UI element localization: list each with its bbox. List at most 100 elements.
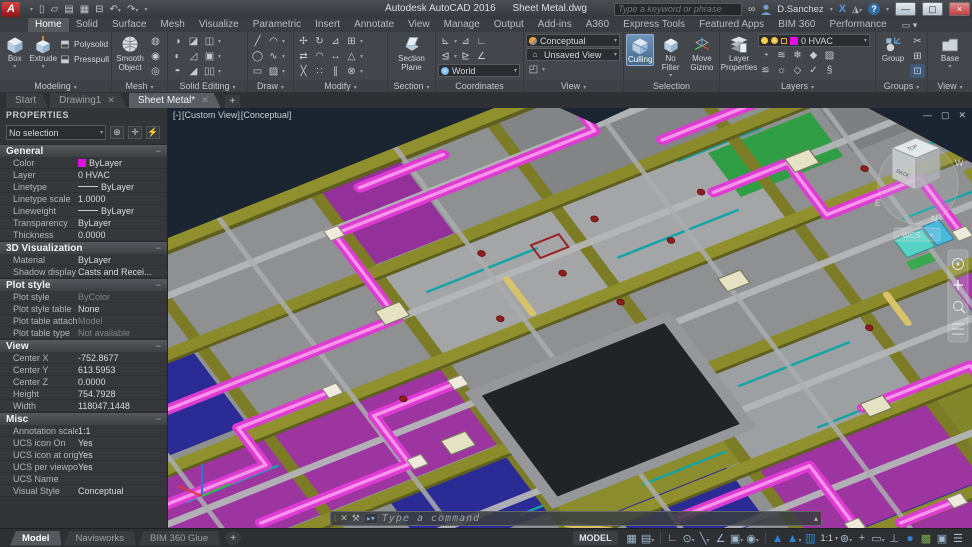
panel-label-coordinates[interactable]: Coordinates: [436, 80, 523, 92]
autocad-logo-icon[interactable]: A: [2, 2, 20, 17]
doc-close-icon[interactable]: ✕: [958, 110, 966, 121]
isolate-objects-icon[interactable]: +: [854, 532, 870, 544]
section-header-plot-style[interactable]: Plot style−: [0, 278, 167, 291]
modify-copy-icon[interactable]: ⊞: [344, 34, 359, 48]
property-row[interactable]: LineweightByLayer: [0, 205, 167, 217]
group-edit-icon[interactable]: ⊞: [910, 49, 925, 63]
annotation-monitor-icon[interactable]: ▥: [802, 531, 818, 545]
modify-explode-icon[interactable]: ⊗: [344, 64, 359, 78]
layout-tab-bim360glue[interactable]: BIM 360 Glue: [138, 531, 220, 546]
layer-unlock-icon[interactable]: ◇: [790, 63, 805, 77]
ucs-world-icon[interactable]: ⊿: [458, 34, 473, 48]
workspace-gear-icon[interactable]: ⊛▾: [838, 532, 854, 545]
command-history-icon[interactable]: ▴: [814, 514, 818, 523]
modify-offset-icon[interactable]: ∥: [328, 64, 343, 78]
ribbon-tab-solid[interactable]: Solid: [69, 18, 105, 32]
layer-lock-tool-icon[interactable]: ◆: [806, 48, 821, 62]
mesh-crease-icon[interactable]: ◉: [148, 49, 163, 63]
panel-label-view2[interactable]: View▾: [928, 80, 972, 92]
property-row[interactable]: Layer0 HVAC: [0, 169, 167, 181]
property-row[interactable]: LinetypeByLayer: [0, 181, 167, 193]
customization-menu-icon[interactable]: ☰: [950, 532, 966, 545]
modify-fillet-icon[interactable]: ◠: [312, 49, 327, 63]
ribbon-tab-manage[interactable]: Manage: [437, 18, 487, 32]
ribbon-tab-addins[interactable]: Add-ins: [531, 18, 579, 32]
a360-status-icon[interactable]: ▩: [918, 532, 934, 545]
panel-label-modify[interactable]: Modify▾: [294, 80, 387, 92]
viewport-style-control[interactable]: [Conceptual]: [241, 110, 292, 120]
compass-east-label[interactable]: E: [875, 198, 881, 208]
property-row[interactable]: ColorByLayer: [0, 157, 167, 169]
panel-label-mesh[interactable]: Mesh▾: [112, 80, 167, 92]
file-tab-start[interactable]: Start: [6, 93, 48, 108]
ribbon-tab-insert[interactable]: Insert: [308, 18, 347, 32]
ortho-mode-icon[interactable]: ∟: [665, 532, 681, 544]
panel-label-modeling[interactable]: Modeling▾: [0, 80, 111, 92]
layer-wal-icon[interactable]: §: [822, 63, 837, 77]
command-close-icon[interactable]: ✕: [340, 513, 348, 524]
property-row[interactable]: UCS Name: [0, 473, 167, 485]
property-row[interactable]: Width118047.1448: [0, 400, 167, 412]
section-header-general[interactable]: General−: [0, 144, 167, 157]
ribbon-display-toggle-icon[interactable]: ▭ ▾: [902, 18, 918, 32]
wcs-label[interactable]: WCS: [902, 231, 921, 240]
new-file-icon[interactable]: ▯: [39, 4, 45, 15]
ribbon-tab-a360[interactable]: A360: [579, 18, 616, 32]
property-row[interactable]: Center X-752.8677: [0, 352, 167, 364]
snap-mode-icon[interactable]: ▤▾: [640, 532, 656, 545]
3d-object-snap-icon[interactable]: ◉▾: [745, 532, 761, 545]
ucs-icon[interactable]: ⊾: [438, 34, 453, 48]
box-button[interactable]: Box▾: [2, 34, 27, 70]
visual-style-combo[interactable]: Conceptual▾: [526, 34, 620, 47]
layer-isolate-icon[interactable]: ≋: [774, 48, 789, 62]
polar-tracking-icon[interactable]: ⊙▾: [681, 532, 697, 545]
property-row[interactable]: Plot table typeNot available: [0, 327, 167, 339]
property-row[interactable]: UCS per viewportYes: [0, 461, 167, 473]
object-snap-icon[interactable]: ▣▾: [729, 532, 745, 545]
user-menu-arrow-icon[interactable]: ▾: [830, 6, 833, 13]
save-icon[interactable]: ▤: [64, 4, 73, 15]
grid-display-icon[interactable]: ▦: [624, 532, 640, 545]
ribbon-tab-annotate[interactable]: Annotate: [347, 18, 401, 32]
panel-label-section[interactable]: Section▾: [388, 80, 435, 92]
undo-icon[interactable]: ↶▾: [110, 4, 121, 15]
layer-thaw-icon[interactable]: ☼: [774, 63, 789, 77]
modify-rotate-icon[interactable]: ↻: [312, 34, 327, 48]
section-header-view[interactable]: View−: [0, 339, 167, 352]
property-row[interactable]: Plot style tableNone: [0, 303, 167, 315]
layer-freeze-icon[interactable]: ❄: [790, 48, 805, 62]
property-row[interactable]: Center Z0.0000: [0, 376, 167, 388]
intersect-icon[interactable]: ◓: [170, 64, 185, 78]
compass-north-label[interactable]: N: [931, 214, 938, 224]
ribbon-tab-visualize[interactable]: Visualize: [192, 18, 246, 32]
property-row[interactable]: Plot table attach...Model: [0, 315, 167, 327]
draw-circle-icon[interactable]: ◯: [250, 49, 265, 63]
taper-face-icon[interactable]: ◢: [186, 64, 201, 78]
signed-in-user[interactable]: D.Sanchez: [777, 4, 823, 15]
ribbon-tab-featured-apps[interactable]: Featured Apps: [692, 18, 771, 32]
new-tab-button[interactable]: +: [225, 95, 240, 108]
layer-off-icon[interactable]: ◔: [758, 48, 773, 62]
modify-move-icon[interactable]: ✢: [296, 34, 311, 48]
layer-properties-button[interactable]: Layer Properties: [722, 34, 756, 73]
draw-hatch-icon[interactable]: ▨: [266, 64, 281, 78]
draw-line-icon[interactable]: ╱: [250, 34, 265, 48]
group-selection-toggle-icon[interactable]: ⊡: [910, 64, 925, 78]
3d-status-icon[interactable]: ⊥: [886, 532, 902, 545]
base-button[interactable]: Base▾: [933, 34, 967, 70]
panel-label-layers[interactable]: Layers▾: [720, 80, 875, 92]
hardware-acceleration-icon[interactable]: ●: [902, 531, 918, 545]
ribbon-tab-home[interactable]: Home: [28, 18, 69, 32]
qat-customize-icon[interactable]: ▾: [144, 6, 147, 13]
panel-label-draw[interactable]: Draw▾: [248, 80, 293, 92]
ribbon-tab-bim360[interactable]: BIM 360: [771, 18, 822, 32]
property-row[interactable]: Shadow displayCasts and Recei...: [0, 266, 167, 278]
draw-arc-icon[interactable]: ◠: [266, 34, 281, 48]
model-space-toggle[interactable]: MODEL: [573, 531, 618, 545]
command-customize-wrench-icon[interactable]: ⚒: [352, 513, 360, 524]
presspull-button[interactable]: ⬓Presspull: [59, 52, 109, 66]
compass-west-label[interactable]: W: [955, 158, 964, 168]
ribbon-tab-output[interactable]: Output: [487, 18, 531, 32]
ungroup-icon[interactable]: ✂: [910, 34, 925, 48]
window-close-button[interactable]: ×: [949, 2, 970, 16]
